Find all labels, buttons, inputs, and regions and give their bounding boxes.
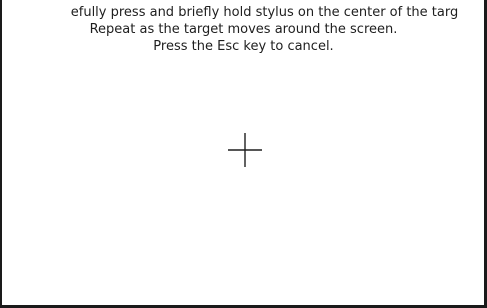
calibration-screen[interactable]: efully press and briefly hold stylus on …: [0, 0, 487, 308]
instruction-line-3: Press the Esc key to cancel.: [153, 39, 334, 54]
calibration-instructions: efully press and briefly hold stylus on …: [0, 4, 487, 55]
instruction-line-1: efully press and briefly hold stylus on …: [70, 5, 459, 20]
calibration-target[interactable]: [226, 131, 264, 169]
crosshair-icon: [228, 133, 262, 167]
instruction-line-2: Repeat as the target moves around the sc…: [89, 22, 398, 37]
